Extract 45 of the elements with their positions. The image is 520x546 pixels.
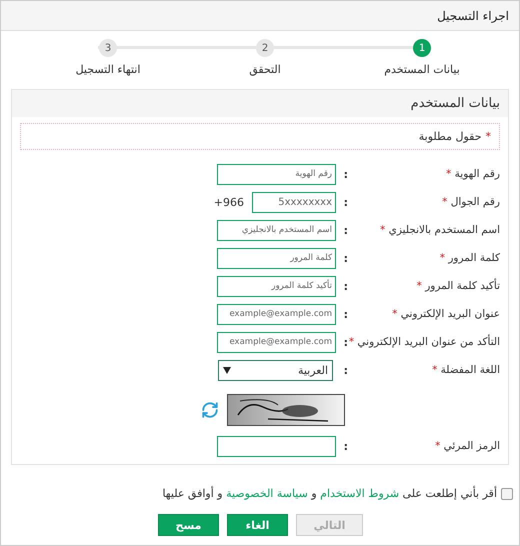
input-field[interactable]: example@example.com [217,304,336,324]
field-label: الرمز المرئي * [434,440,500,452]
colon: : [342,224,348,236]
field-label: رقم الجوال * [441,196,500,208]
form-button[interactable]: مسح [158,514,219,536]
phone-field[interactable]: 5xxxxxxxx [252,192,336,212]
step-number: 3 [99,39,117,57]
field-label: رقم الهوية * [445,168,500,180]
colon: : [342,252,348,264]
colon: : [342,364,348,376]
terms-link[interactable]: شروط الاستخدام [320,487,400,500]
window-title: اجراء التسجيل [1,1,519,31]
colon: : [342,336,348,348]
field-label: اللغة المفضلة * [431,364,500,376]
required-note: * حقول مطلوبة [20,123,500,150]
field-label: عنوان البريد الإلكتروني * [391,308,500,320]
consent-text: أقر بأني إطلعت على شروط الاستخدام و سياسة الخصوصية و أوافق عليها [162,487,497,500]
step-number: 2 [256,39,274,57]
colon: : [342,308,348,320]
field-label: كلمة المرور * [438,252,500,264]
language-select[interactable]: العربية [218,360,333,380]
colon: : [342,440,348,452]
input-field[interactable]: example@example.com [217,332,336,352]
caret-icon [223,366,231,374]
step-label: بيانات المستخدم [384,63,460,76]
colon: : [342,196,348,208]
field-label: التأكد من عنوان البريد الإلكتروني * [348,336,500,348]
input-field[interactable]: رقم الهوية [217,164,336,184]
input-field[interactable] [217,436,336,456]
terms-link[interactable]: سياسة الخصوصية [226,487,308,500]
input-field[interactable]: كلمة المرور [217,248,336,268]
refresh-icon[interactable] [201,401,219,419]
panel-title: بيانات المستخدم [12,90,508,117]
input-field[interactable]: تأكيد كلمة المرور [217,276,336,296]
country-code: +966 [214,196,244,208]
input-field[interactable]: اسم المستخدم بالانجليزي [217,220,336,240]
colon: : [342,168,348,180]
field-label: تأكيد كلمة المرور * [416,280,500,292]
form-button[interactable]: الغاء [227,514,288,536]
consent-checkbox[interactable] [501,488,513,500]
step-label: التحقق [249,63,281,76]
step-number: 1 [413,39,431,57]
field-label: اسم المستخدم بالانجليزي * [379,224,500,236]
step-label: انتهاء التسجيل [76,63,140,76]
colon: : [342,280,348,292]
